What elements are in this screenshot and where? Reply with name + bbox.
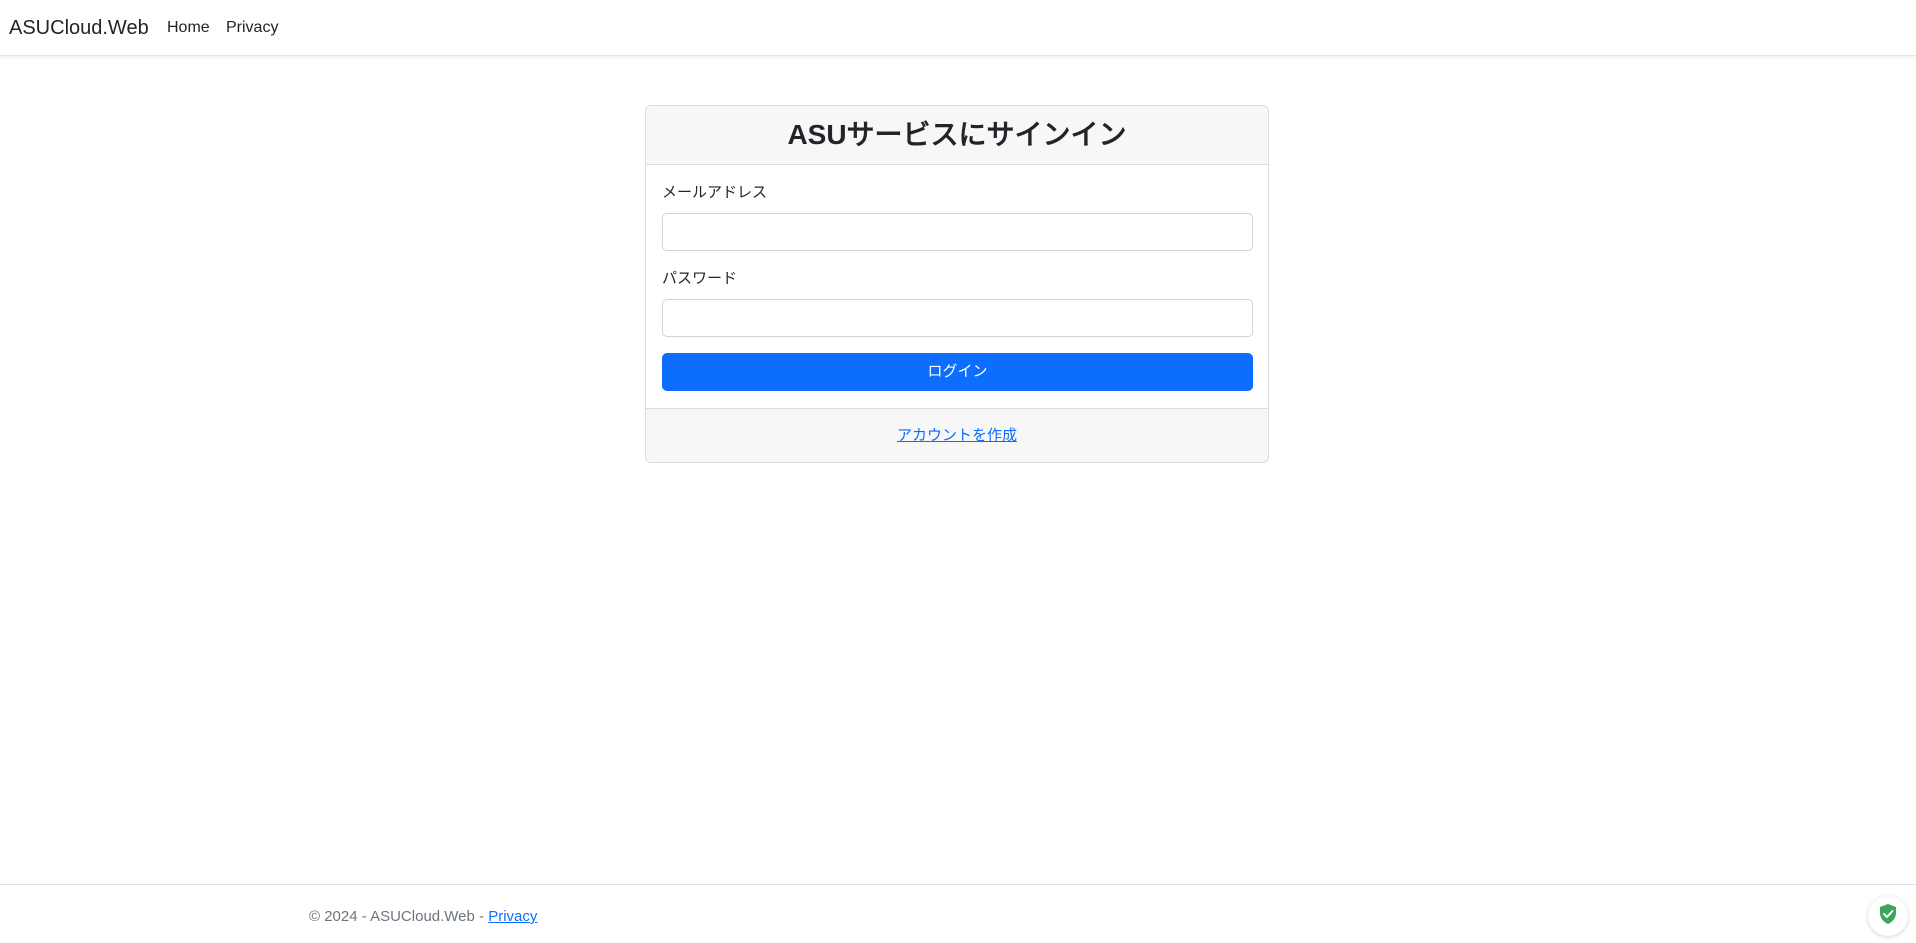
brand-link[interactable]: ASUCloud.Web xyxy=(9,15,149,41)
login-card-footer: アカウントを作成 xyxy=(646,408,1268,462)
shield-check-icon xyxy=(1878,903,1898,930)
login-button[interactable]: ログイン xyxy=(662,353,1253,391)
nav-link-home[interactable]: Home xyxy=(167,18,210,38)
email-field[interactable] xyxy=(662,213,1253,251)
footer-privacy-link[interactable]: Privacy xyxy=(488,908,537,925)
page-footer: © 2024 - ASUCloud.Web - Privacy xyxy=(0,884,1916,943)
login-card-header: ASUサービスにサインイン xyxy=(646,106,1268,165)
email-label: メールアドレス xyxy=(662,184,768,201)
footer-text: © 2024 - ASUCloud.Web - Privacy xyxy=(309,907,537,927)
password-field[interactable] xyxy=(662,299,1253,337)
security-badge[interactable] xyxy=(1868,896,1908,936)
login-title: ASUサービスにサインイン xyxy=(787,119,1127,150)
password-label: パスワード xyxy=(662,270,738,287)
footer-copyright: © 2024 - ASUCloud.Web - xyxy=(309,908,489,925)
nav-link-privacy[interactable]: Privacy xyxy=(226,18,278,38)
login-card: ASUサービスにサインイン メールアドレス パスワード ログイン アカウントを作… xyxy=(645,105,1269,463)
top-navbar: ASUCloud.Web Home Privacy xyxy=(0,0,1916,56)
create-account-link[interactable]: アカウントを作成 xyxy=(897,426,1017,446)
